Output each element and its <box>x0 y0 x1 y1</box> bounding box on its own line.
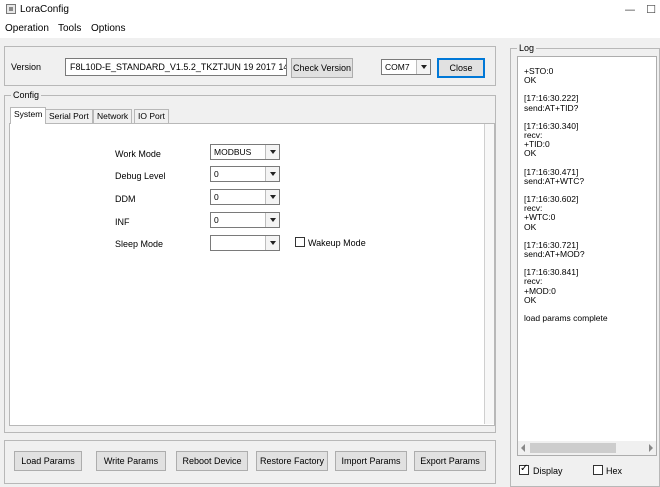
log-output[interactable]: +STO:0 OK [17:16:30.222] send:AT+TID? [17:16… <box>517 56 657 456</box>
ddm-value: 0 <box>214 192 219 202</box>
hex-checkbox[interactable] <box>593 465 603 475</box>
scroll-left-icon[interactable] <box>521 444 525 452</box>
write-params-button[interactable]: Write Params <box>96 451 166 471</box>
chevron-down-icon[interactable] <box>265 236 279 250</box>
scroll-right-icon[interactable] <box>649 444 653 452</box>
work-mode-value: MODBUS <box>214 147 252 157</box>
minimize-button[interactable]: — <box>615 0 645 20</box>
tab-network[interactable]: Network <box>93 109 133 124</box>
chevron-down-icon[interactable] <box>265 190 279 204</box>
log-line: OK <box>524 148 537 159</box>
close-button[interactable]: Close <box>437 58 485 78</box>
wakeup-mode-checkbox[interactable] <box>295 237 305 247</box>
debug-level-value: 0 <box>214 169 219 179</box>
chevron-down-icon[interactable] <box>265 167 279 181</box>
log-line: load params complete <box>524 313 608 324</box>
debug-level-label: Debug Level <box>115 171 166 181</box>
reboot-device-button[interactable]: Reboot Device <box>176 451 248 471</box>
panel-scrollbar[interactable] <box>484 124 494 424</box>
menu-options[interactable]: Options <box>91 23 125 34</box>
inf-value: 0 <box>214 215 219 225</box>
app-icon <box>6 4 16 14</box>
hex-label: Hex <box>606 466 623 476</box>
maximize-button[interactable]: ☐ <box>642 0 660 20</box>
log-line: send:AT+WTC? <box>524 175 585 186</box>
log-line: OK <box>524 221 537 232</box>
log-line: OK <box>524 294 537 305</box>
log-line: send:AT+MOD? <box>524 249 585 259</box>
version-field: F8L10D-E_STANDARD_V1.5.2_TKZTJUN 19 2017… <box>65 58 287 76</box>
log-legend: Log <box>517 43 537 53</box>
com-port-select[interactable]: COM7 <box>381 59 431 75</box>
log-hscrollbar[interactable] <box>518 441 656 455</box>
tab-system[interactable]: System <box>10 107 47 124</box>
chevron-down-icon[interactable] <box>416 60 430 74</box>
chevron-down-icon[interactable] <box>265 213 279 227</box>
wakeup-mode-label: Wakeup Mode <box>308 238 366 248</box>
tab-serial-port[interactable]: Serial Port <box>45 109 93 124</box>
display-label: Display <box>533 466 563 476</box>
window-title: LoraConfig <box>20 4 69 15</box>
debug-level-select[interactable]: 0 <box>210 166 280 182</box>
sleep-mode-label: Sleep Mode <box>115 239 164 249</box>
tab-io-port[interactable]: IO Port <box>134 109 169 124</box>
import-params-button[interactable]: Import Params <box>335 451 407 471</box>
chevron-down-icon[interactable] <box>265 145 279 159</box>
ddm-select[interactable]: 0 <box>210 189 280 205</box>
export-params-button[interactable]: Export Params <box>414 451 486 471</box>
load-params-button[interactable]: Load Params <box>14 451 82 471</box>
display-checkbox[interactable] <box>519 463 529 475</box>
menu-tools[interactable]: Tools <box>58 23 81 34</box>
check-version-button[interactable]: Check Version <box>291 58 353 78</box>
restore-factory-button[interactable]: Restore Factory <box>256 451 328 471</box>
work-mode-label: Work Mode <box>115 149 161 159</box>
title-bar: LoraConfig — ☐ <box>0 0 660 20</box>
sleep-mode-select[interactable] <box>210 235 280 251</box>
inf-select[interactable]: 0 <box>210 212 280 228</box>
log-line: OK <box>524 75 537 86</box>
menu-bar: Operation Tools Options <box>0 20 660 38</box>
scroll-thumb[interactable] <box>530 443 616 453</box>
config-legend: Config <box>11 90 42 100</box>
log-line: send:AT+TID? <box>524 102 579 113</box>
com-port-value: COM7 <box>385 62 410 72</box>
inf-label: INF <box>115 217 130 227</box>
ddm-label: DDM <box>115 194 136 204</box>
work-mode-select[interactable]: MODBUS <box>210 144 280 160</box>
menu-operation[interactable]: Operation <box>5 23 49 34</box>
version-label: Version <box>11 62 42 72</box>
